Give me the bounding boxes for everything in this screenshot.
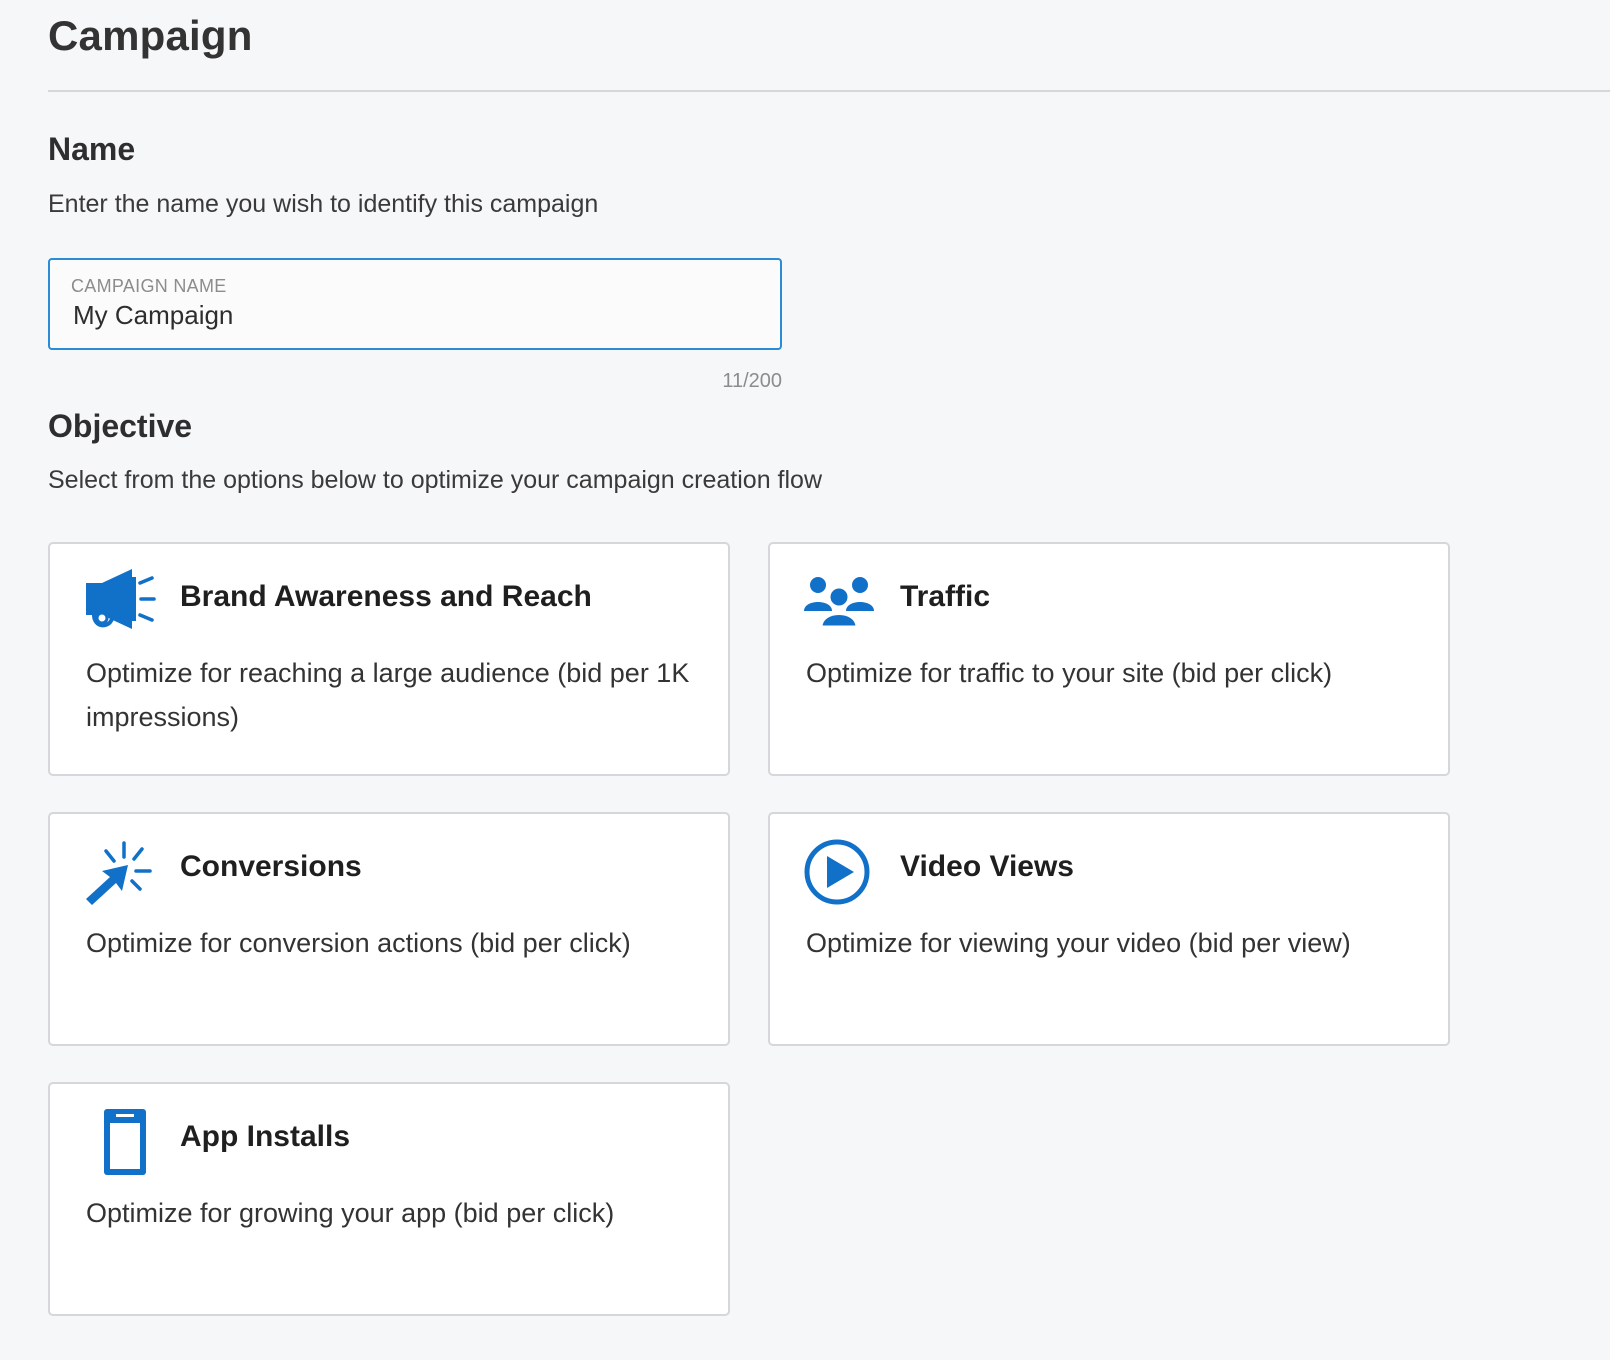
character-counter: 11/200 (722, 370, 782, 392)
megaphone-icon (84, 569, 156, 629)
objective-card-traffic[interactable]: Traffic Optimize for traffic to your sit… (768, 542, 1450, 776)
objective-description: Optimize for conversion actions (bid per… (86, 928, 631, 958)
name-section-description: Enter the name you wish to identify this… (48, 190, 599, 218)
objective-title: Brand Awareness and Reach (180, 580, 592, 613)
objective-card-app-installs[interactable]: App Installs Optimize for growing your a… (48, 1082, 730, 1316)
objective-title: Video Views (900, 850, 1074, 883)
play-circle-icon (804, 839, 876, 905)
page-title: Campaign (48, 12, 253, 59)
objective-card-brand-awareness[interactable]: Brand Awareness and Reach Optimize for r… (48, 542, 730, 776)
objective-description: Optimize for traffic to your site (bid p… (806, 658, 1333, 688)
campaign-name-input[interactable] (73, 300, 753, 331)
title-divider (48, 90, 1610, 92)
objective-title: Conversions (180, 850, 362, 883)
objective-section-description: Select from the options below to optimiz… (48, 466, 822, 494)
objective-description: Optimize for viewing your video (bid per… (806, 928, 1351, 958)
objective-title: App Installs (180, 1120, 351, 1153)
mobile-phone-icon (84, 1109, 156, 1175)
campaign-name-label: CAMPAIGN NAME (71, 276, 227, 296)
name-section-heading: Name (48, 131, 136, 167)
objective-card-video-views[interactable]: Video Views Optimize for viewing your vi… (768, 812, 1450, 1046)
cursor-click-icon (84, 839, 156, 905)
objective-description: Optimize for growing your app (bid per c… (86, 1198, 615, 1228)
objective-title: Traffic (900, 580, 991, 613)
campaign-name-field[interactable]: CAMPAIGN NAME (48, 258, 782, 350)
objective-section-heading: Objective (48, 408, 193, 444)
people-group-icon (804, 569, 876, 629)
objective-card-conversions[interactable]: Conversions Optimize for conversion acti… (48, 812, 730, 1046)
objective-description: Optimize for reaching a large audience (… (86, 658, 690, 732)
